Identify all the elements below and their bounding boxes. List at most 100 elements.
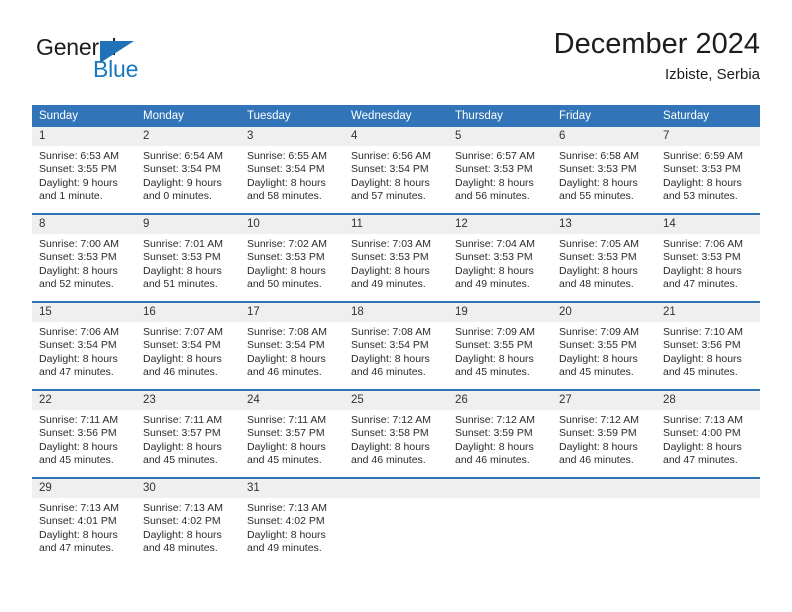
day-cell[interactable]: 21 Sunrise: 7:10 AM Sunset: 3:56 PM Dayl…: [656, 301, 760, 390]
day-cell[interactable]: 31 Sunrise: 7:13 AM Sunset: 4:02 PM Dayl…: [240, 477, 344, 565]
day-cell[interactable]: 3 Sunrise: 6:55 AM Sunset: 3:54 PM Dayli…: [240, 127, 344, 214]
sunrise-text: Sunrise: 7:10 AM: [663, 326, 743, 338]
day-details: Sunrise: 7:06 AM Sunset: 3:54 PM Dayligh…: [32, 322, 136, 380]
sunset-text: Sunset: 3:53 PM: [39, 251, 117, 264]
sunset-text: Sunset: 3:55 PM: [559, 339, 637, 352]
daylight-text-line2: and 1 minute.: [39, 190, 103, 203]
day-cell[interactable]: 5 Sunrise: 6:57 AM Sunset: 3:53 PM Dayli…: [448, 127, 552, 214]
daylight-text-line2: and 57 minutes.: [351, 190, 426, 203]
day-cell[interactable]: 15 Sunrise: 7:06 AM Sunset: 3:54 PM Dayl…: [32, 301, 136, 390]
day-cell[interactable]: 20 Sunrise: 7:09 AM Sunset: 3:55 PM Dayl…: [552, 301, 656, 390]
sunrise-text: Sunrise: 7:06 AM: [663, 238, 743, 250]
day-cell[interactable]: 9 Sunrise: 7:01 AM Sunset: 3:53 PM Dayli…: [136, 213, 240, 302]
sunrise-text: Sunrise: 7:02 AM: [247, 238, 327, 250]
title-block: December 2024 Izbiste, Serbia: [554, 26, 760, 84]
week-row: 8 Sunrise: 7:00 AM Sunset: 3:53 PM Dayli…: [32, 213, 760, 302]
day-cell[interactable]: 27 Sunrise: 7:12 AM Sunset: 3:59 PM Dayl…: [552, 389, 656, 478]
day-number: 21: [656, 303, 760, 322]
day-details: Sunrise: 7:00 AM Sunset: 3:53 PM Dayligh…: [32, 234, 136, 292]
weekday-header-wednesday: Wednesday: [344, 105, 448, 127]
day-number: 1: [32, 127, 136, 146]
sunrise-text: Sunrise: 7:09 AM: [559, 326, 639, 338]
day-cell[interactable]: 6 Sunrise: 6:58 AM Sunset: 3:53 PM Dayli…: [552, 127, 656, 214]
day-cell[interactable]: 18 Sunrise: 7:08 AM Sunset: 3:54 PM Dayl…: [344, 301, 448, 390]
day-cell[interactable]: 29 Sunrise: 7:13 AM Sunset: 4:01 PM Dayl…: [32, 477, 136, 565]
day-cell[interactable]: 14 Sunrise: 7:06 AM Sunset: 3:53 PM Dayl…: [656, 213, 760, 302]
day-cell[interactable]: 19 Sunrise: 7:09 AM Sunset: 3:55 PM Dayl…: [448, 301, 552, 390]
day-details: Sunrise: 7:01 AM Sunset: 3:53 PM Dayligh…: [136, 234, 240, 292]
week-row: 1 Sunrise: 6:53 AM Sunset: 3:55 PM Dayli…: [32, 127, 760, 214]
daylight-text-line1: Daylight: 8 hours: [559, 264, 638, 277]
day-cell[interactable]: 28 Sunrise: 7:13 AM Sunset: 4:00 PM Dayl…: [656, 389, 760, 478]
sunrise-text: Sunrise: 6:55 AM: [247, 150, 327, 162]
day-details: Sunrise: 7:11 AM Sunset: 3:56 PM Dayligh…: [32, 410, 136, 468]
daylight-text-line1: Daylight: 8 hours: [247, 528, 326, 541]
day-number: 18: [344, 303, 448, 322]
sunrise-text: Sunrise: 7:04 AM: [455, 238, 535, 250]
brand-logo[interactable]: General Blue: [36, 34, 236, 92]
sunset-text: Sunset: 3:56 PM: [39, 427, 117, 440]
day-details: Sunrise: 7:10 AM Sunset: 3:56 PM Dayligh…: [656, 322, 760, 380]
sunset-text: Sunset: 3:59 PM: [559, 427, 637, 440]
day-cell[interactable]: 11 Sunrise: 7:03 AM Sunset: 3:53 PM Dayl…: [344, 213, 448, 302]
day-cell-empty: [448, 477, 552, 565]
day-cell[interactable]: 4 Sunrise: 6:56 AM Sunset: 3:54 PM Dayli…: [344, 127, 448, 214]
daylight-text-line1: Daylight: 8 hours: [39, 528, 118, 541]
day-cell[interactable]: 22 Sunrise: 7:11 AM Sunset: 3:56 PM Dayl…: [32, 389, 136, 478]
daylight-text-line2: and 46 minutes.: [559, 454, 634, 467]
daylight-text-line1: Daylight: 9 hours: [143, 176, 222, 189]
daylight-text-line2: and 52 minutes.: [39, 278, 114, 291]
day-details: Sunrise: 7:13 AM Sunset: 4:02 PM Dayligh…: [136, 498, 240, 556]
daylight-text-line1: Daylight: 8 hours: [143, 352, 222, 365]
sunrise-text: Sunrise: 7:12 AM: [455, 414, 535, 426]
day-cell-empty: [552, 477, 656, 565]
day-cell[interactable]: 10 Sunrise: 7:02 AM Sunset: 3:53 PM Dayl…: [240, 213, 344, 302]
day-cell[interactable]: 7 Sunrise: 6:59 AM Sunset: 3:53 PM Dayli…: [656, 127, 760, 214]
day-details: Sunrise: 6:59 AM Sunset: 3:53 PM Dayligh…: [656, 146, 760, 204]
day-number: 7: [656, 127, 760, 146]
daylight-text-line2: and 55 minutes.: [559, 190, 634, 203]
day-cell[interactable]: 13 Sunrise: 7:05 AM Sunset: 3:53 PM Dayl…: [552, 213, 656, 302]
daylight-text-line2: and 0 minutes.: [143, 190, 212, 203]
day-cell[interactable]: 1 Sunrise: 6:53 AM Sunset: 3:55 PM Dayli…: [32, 127, 136, 214]
sunrise-text: Sunrise: 6:54 AM: [143, 150, 223, 162]
day-details: Sunrise: 6:57 AM Sunset: 3:53 PM Dayligh…: [448, 146, 552, 204]
sunrise-text: Sunrise: 7:11 AM: [247, 414, 327, 426]
day-cell[interactable]: 2 Sunrise: 6:54 AM Sunset: 3:54 PM Dayli…: [136, 127, 240, 214]
sunset-text: Sunset: 3:55 PM: [39, 163, 117, 176]
calendar-page: General Blue December 2024 Izbiste, Serb…: [0, 0, 792, 612]
day-cell-empty: [344, 477, 448, 565]
weekday-header-sunday: Sunday: [32, 105, 136, 127]
daylight-text-line2: and 56 minutes.: [455, 190, 530, 203]
day-cell[interactable]: 26 Sunrise: 7:12 AM Sunset: 3:59 PM Dayl…: [448, 389, 552, 478]
daylight-text-line2: and 45 minutes.: [39, 454, 114, 467]
daylight-text-line2: and 45 minutes.: [559, 366, 634, 379]
day-details: Sunrise: 7:13 AM Sunset: 4:00 PM Dayligh…: [656, 410, 760, 468]
day-cell[interactable]: 25 Sunrise: 7:12 AM Sunset: 3:58 PM Dayl…: [344, 389, 448, 478]
calendar-body: 1 Sunrise: 6:53 AM Sunset: 3:55 PM Dayli…: [32, 127, 760, 565]
day-cell[interactable]: 24 Sunrise: 7:11 AM Sunset: 3:57 PM Dayl…: [240, 389, 344, 478]
day-cell[interactable]: 16 Sunrise: 7:07 AM Sunset: 3:54 PM Dayl…: [136, 301, 240, 390]
sunset-text: Sunset: 4:02 PM: [247, 515, 325, 528]
daylight-text-line2: and 53 minutes.: [663, 190, 738, 203]
day-cell[interactable]: 12 Sunrise: 7:04 AM Sunset: 3:53 PM Dayl…: [448, 213, 552, 302]
day-number: 22: [32, 391, 136, 410]
daylight-text-line2: and 47 minutes.: [39, 366, 114, 379]
day-number: 28: [656, 391, 760, 410]
daylight-text-line2: and 48 minutes.: [559, 278, 634, 291]
sunrise-text: Sunrise: 7:09 AM: [455, 326, 535, 338]
day-number: 11: [344, 215, 448, 234]
day-number: [448, 479, 552, 498]
sunrise-text: Sunrise: 6:59 AM: [663, 150, 743, 162]
day-cell[interactable]: 17 Sunrise: 7:08 AM Sunset: 3:54 PM Dayl…: [240, 301, 344, 390]
day-cell[interactable]: 30 Sunrise: 7:13 AM Sunset: 4:02 PM Dayl…: [136, 477, 240, 565]
day-cell[interactable]: 23 Sunrise: 7:11 AM Sunset: 3:57 PM Dayl…: [136, 389, 240, 478]
sunrise-text: Sunrise: 6:53 AM: [39, 150, 119, 162]
sunset-text: Sunset: 3:53 PM: [455, 251, 533, 264]
day-cell[interactable]: 8 Sunrise: 7:00 AM Sunset: 3:53 PM Dayli…: [32, 213, 136, 302]
daylight-text-line2: and 51 minutes.: [143, 278, 218, 291]
daylight-text-line1: Daylight: 8 hours: [247, 352, 326, 365]
weekday-header-tuesday: Tuesday: [240, 105, 344, 127]
day-details: Sunrise: 6:54 AM Sunset: 3:54 PM Dayligh…: [136, 146, 240, 204]
day-details: Sunrise: 7:05 AM Sunset: 3:53 PM Dayligh…: [552, 234, 656, 292]
